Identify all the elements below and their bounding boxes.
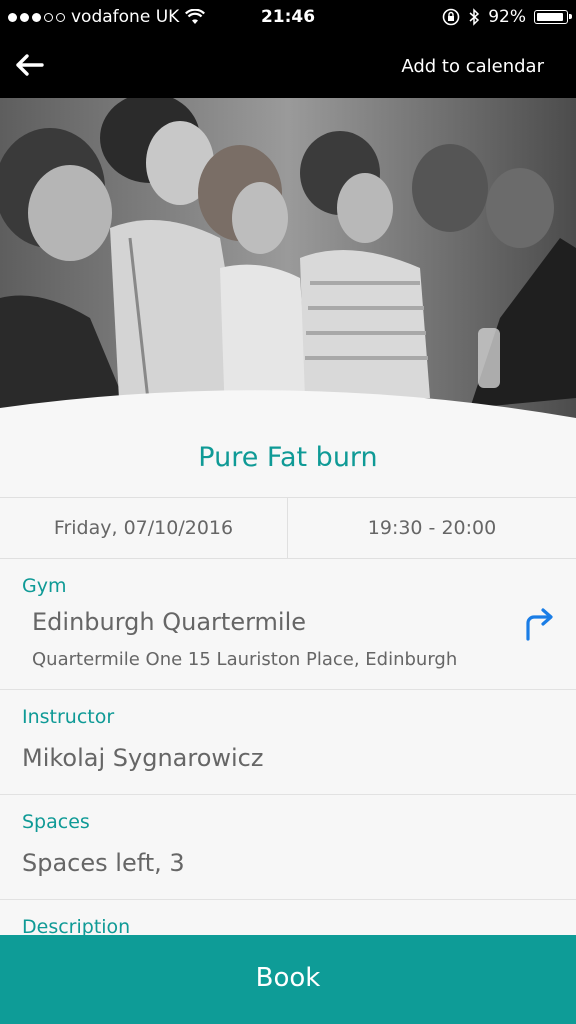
hero-illustration bbox=[0, 98, 576, 438]
status-right: 92% bbox=[442, 0, 572, 34]
class-time: 19:30 - 20:00 bbox=[367, 517, 497, 539]
add-to-calendar-button[interactable]: Add to calendar bbox=[401, 34, 544, 100]
class-date: Friday, 07/10/2016 bbox=[0, 498, 288, 558]
gym-section[interactable]: Gym Edinburgh Quartermile Quartermile On… bbox=[0, 559, 576, 690]
fitness-class-photo bbox=[0, 98, 576, 438]
battery-icon bbox=[534, 10, 572, 24]
spaces-value: Spaces left, 3 bbox=[22, 849, 185, 877]
orientation-lock-icon bbox=[442, 8, 460, 26]
directions-arrow-icon[interactable] bbox=[522, 605, 556, 641]
instructor-name: Mikolaj Sygnarowicz bbox=[22, 744, 264, 772]
nav-bar: Add to calendar bbox=[0, 34, 576, 98]
spaces-section: Spaces Spaces left, 3 bbox=[0, 795, 576, 900]
back-button[interactable] bbox=[12, 48, 48, 82]
description-section: Description bbox=[0, 900, 576, 940]
instructor-section: Instructor Mikolaj Sygnarowicz bbox=[0, 690, 576, 795]
bluetooth-icon bbox=[469, 8, 480, 26]
class-title: Pure Fat burn bbox=[198, 442, 378, 473]
gym-address: Quartermile One 15 Lauriston Place, Edin… bbox=[32, 649, 458, 670]
status-bar: vodafone UK 21:46 92% bbox=[0, 0, 576, 34]
date-time-row: Friday, 07/10/2016 19:30 - 20:00 bbox=[0, 497, 576, 559]
gym-name: Edinburgh Quartermile bbox=[32, 608, 307, 636]
book-button[interactable]: Book bbox=[0, 935, 576, 1024]
spaces-label: Spaces bbox=[22, 811, 90, 833]
gym-label: Gym bbox=[22, 575, 67, 597]
battery-percent: 92% bbox=[488, 7, 526, 27]
instructor-label: Instructor bbox=[22, 706, 115, 728]
arrow-left-icon bbox=[16, 54, 44, 76]
battery-fill bbox=[537, 13, 563, 21]
